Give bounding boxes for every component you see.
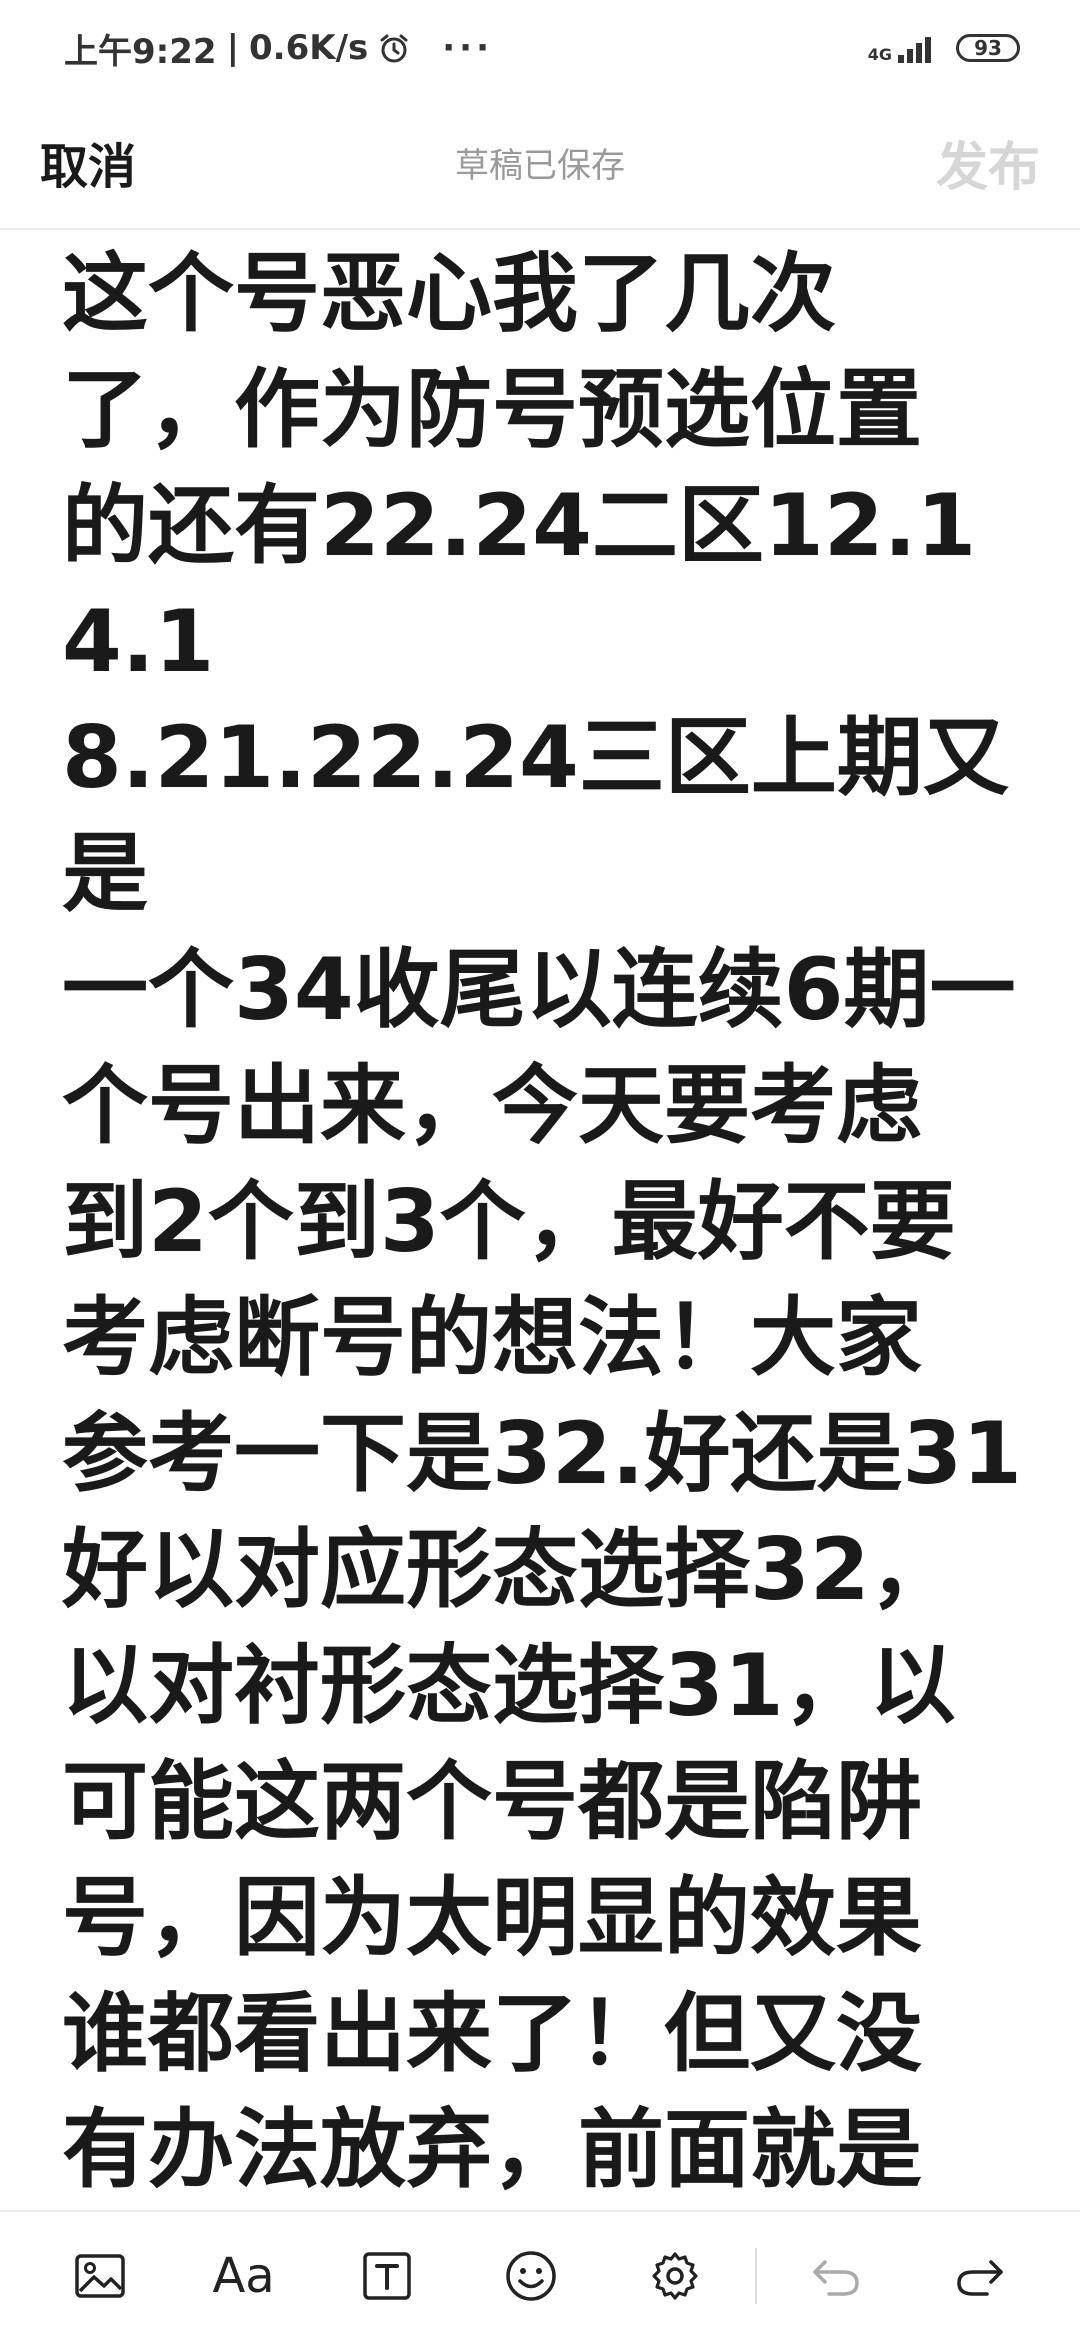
formatting-toolbar: Aa (0, 2210, 1080, 2340)
toolbar-divider (754, 2248, 757, 2304)
editor-header: 取消 草稿已保存 发布 (0, 96, 1080, 230)
redo-icon (957, 2260, 1003, 2296)
alarm-icon (378, 32, 410, 64)
font-style-button[interactable]: Aa (172, 2211, 316, 2341)
cancel-button[interactable]: 取消 (40, 127, 136, 197)
text-box-button[interactable] (315, 2211, 459, 2341)
font-icon: Aa (212, 2248, 275, 2304)
battery-icon: 93 (956, 34, 1020, 62)
undo-icon (813, 2260, 860, 2296)
post-content-editor[interactable]: 这个号恶心我了几次 了，作为防号预选位置 的还有22.24二区12.14.1 8… (62, 236, 1042, 2216)
status-bar: 上午9:22 | 0.6K/s ··· 4G 93 (0, 0, 1080, 96)
signal-bars-icon (898, 37, 931, 63)
undo-button[interactable] (765, 2211, 909, 2341)
battery-level: 93 (974, 36, 1002, 60)
image-icon (75, 2254, 125, 2298)
text-box-icon (363, 2252, 412, 2300)
signal-indicator: 4G (868, 33, 938, 63)
draft-status: 草稿已保存 (455, 145, 625, 186)
publish-button[interactable]: 发布 (936, 125, 1040, 200)
emoji-icon (506, 2251, 556, 2301)
redo-button[interactable] (908, 2211, 1052, 2341)
status-left: 上午9:22 | 0.6K/s ··· (64, 24, 493, 73)
network-type: 4G (867, 45, 892, 64)
more-notifications-icon: ··· (442, 28, 493, 68)
status-separator: | (226, 28, 239, 68)
insert-image-button[interactable] (28, 2211, 172, 2341)
status-right: 4G 93 (868, 33, 1020, 63)
status-time: 上午9:22 (64, 31, 217, 72)
settings-icon (652, 2252, 698, 2300)
emoji-button[interactable] (459, 2211, 603, 2341)
network-speed: 0.6K/s (249, 28, 369, 68)
settings-button[interactable] (603, 2211, 747, 2341)
